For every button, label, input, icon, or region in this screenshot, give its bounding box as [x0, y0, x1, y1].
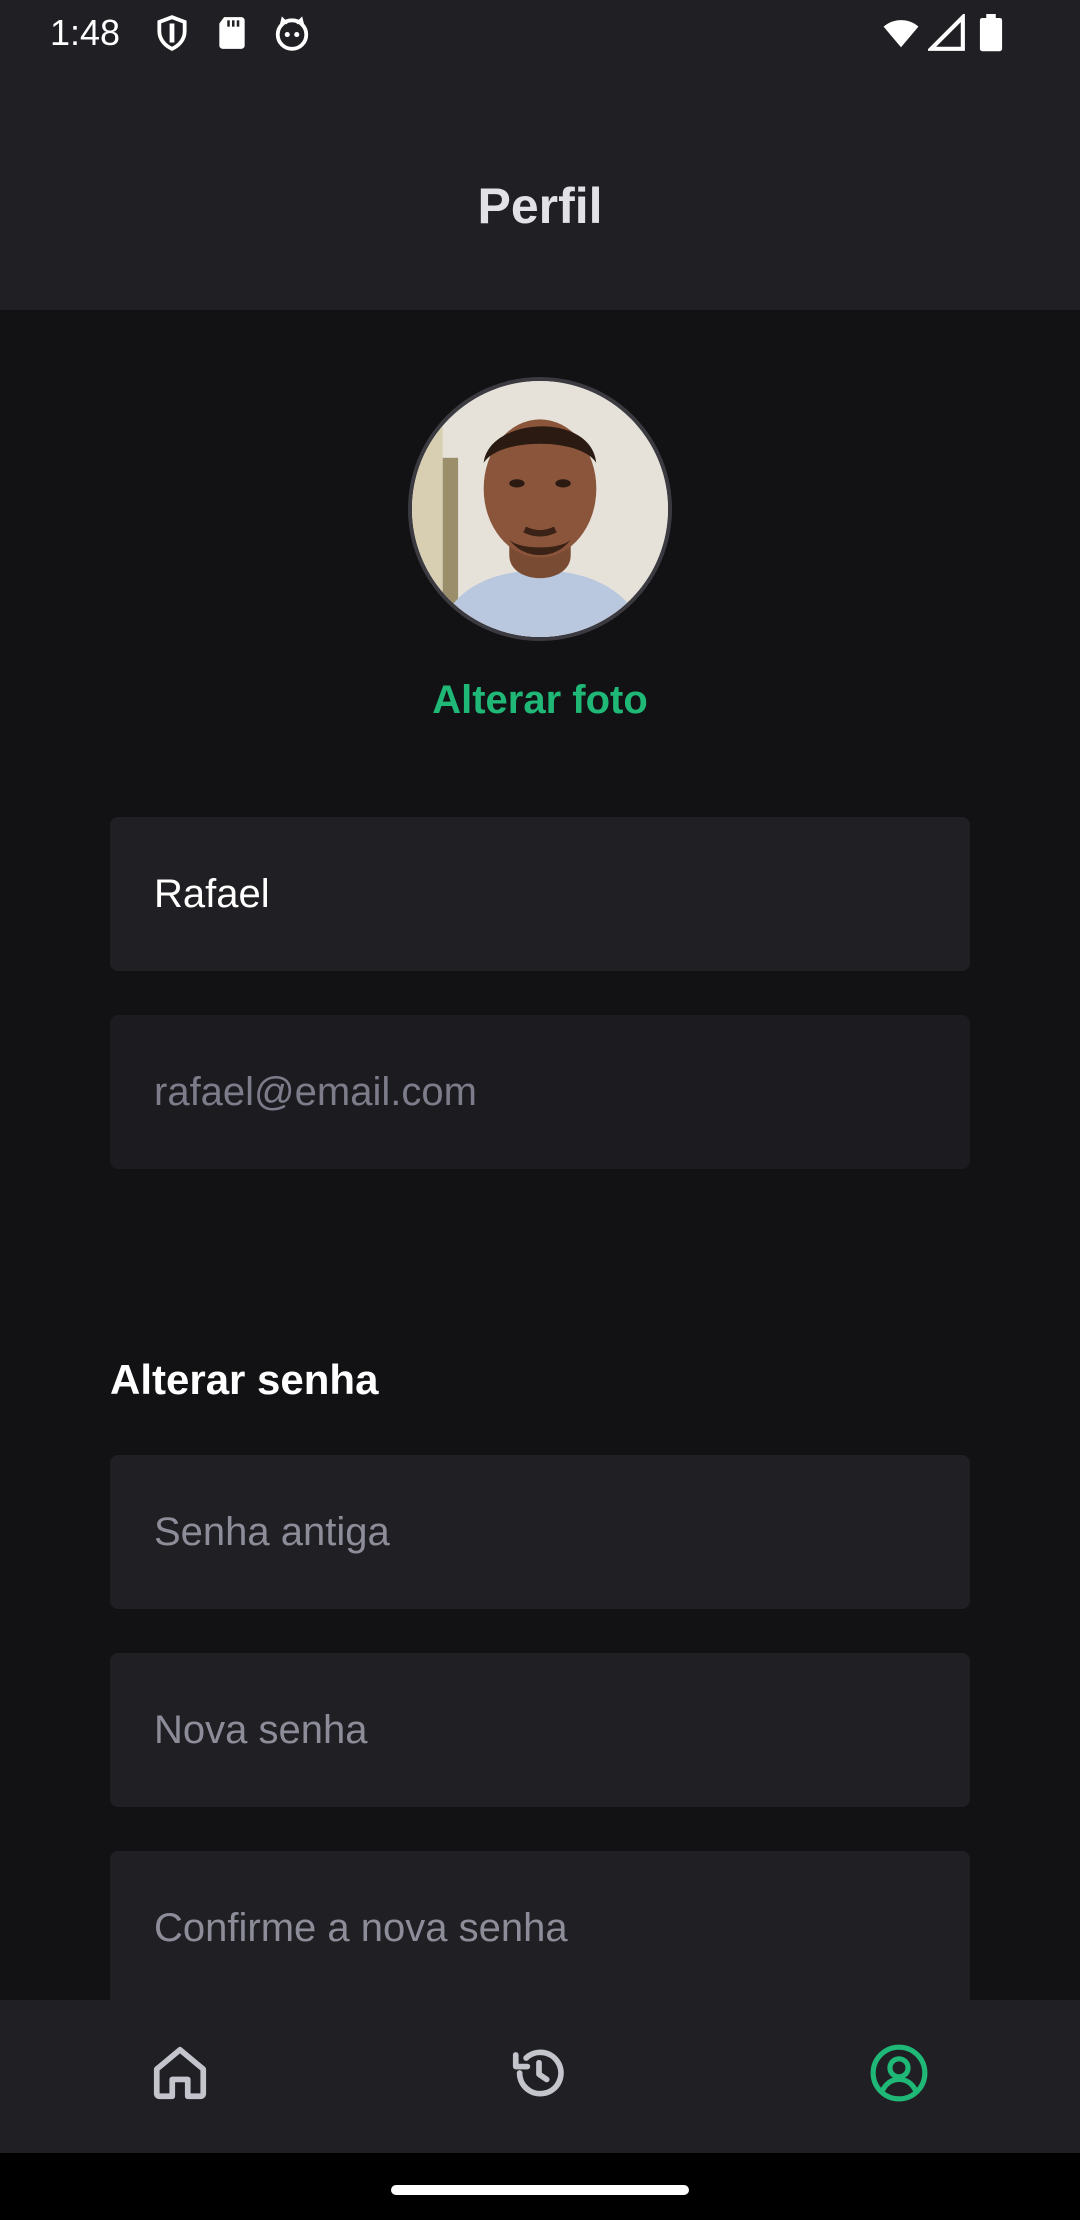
status-bar: 1:48	[0, 0, 1080, 66]
name-input[interactable]	[110, 817, 970, 971]
sd-card-icon	[213, 14, 251, 52]
profile-screen: 1:48 Perfil Alterar foto Rafael rafael@e…	[0, 0, 1080, 2220]
tab-history[interactable]	[508, 2042, 570, 2104]
home-gesture-handle[interactable]	[391, 2185, 689, 2195]
tab-profile[interactable]	[868, 2042, 930, 2104]
page-title: Perfil	[477, 178, 603, 234]
user-circle-icon	[870, 2044, 928, 2102]
history-icon	[512, 2049, 564, 2097]
home-icon	[153, 2046, 207, 2100]
gesture-nav-bar	[0, 2153, 1080, 2220]
wifi-icon	[880, 14, 922, 52]
bottom-tab-bar	[0, 2000, 1080, 2153]
shield-icon	[153, 14, 191, 52]
avatar[interactable]	[408, 377, 672, 641]
tab-home[interactable]	[149, 2042, 211, 2104]
battery-icon	[976, 14, 1006, 52]
signal-icon	[928, 14, 966, 52]
change-photo-button[interactable]: Alterar foto	[0, 672, 1080, 728]
confirm-password-input[interactable]	[110, 1851, 970, 2005]
status-time: 1:48	[50, 12, 121, 53]
email-field[interactable]	[110, 1015, 970, 1169]
cat-face-icon	[273, 14, 311, 52]
old-password-input[interactable]	[110, 1455, 970, 1609]
new-password-input[interactable]	[110, 1653, 970, 1807]
change-password-heading: Alterar senha	[110, 1356, 379, 1403]
app-header: Perfil	[0, 66, 1080, 310]
